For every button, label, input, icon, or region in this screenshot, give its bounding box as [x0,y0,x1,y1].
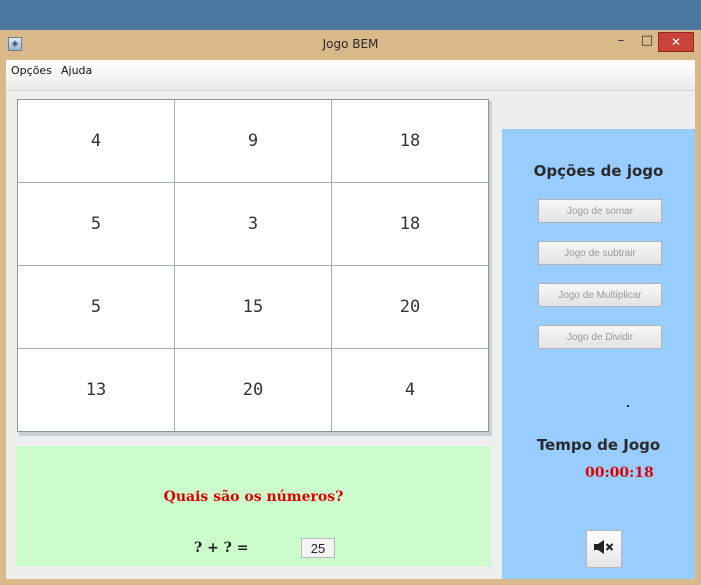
game-time-title: Tempo de Jogo [536,436,661,454]
close-button[interactable]: ✕ [658,32,694,52]
window-title: Jogo BEM [322,37,379,51]
menu-bar: Opções Ajuda [6,60,695,83]
options-title: Opções de jogo [533,162,664,180]
dot-mark [627,405,629,407]
grid-cell[interactable]: 20 [332,266,488,349]
question-text: Quais são os números? [163,489,344,505]
maximize-button[interactable]: □ [634,32,660,52]
game-timer: 00:00:18 [585,465,654,481]
grid-cell[interactable]: 5 [18,266,175,349]
grid-shadow-bottom [19,432,492,436]
sound-toggle-button[interactable] [586,530,622,568]
main-content: 4 9 18 5 3 18 5 15 20 13 20 4 Quais são … [6,91,695,579]
grid-cell[interactable]: 20 [175,349,332,431]
game-options-panel: Opções de jogo Jogo de somar Jogo de sub… [502,129,695,579]
grid-cell[interactable]: 18 [332,100,488,183]
grid-cell[interactable]: 13 [18,349,175,431]
grid-cell[interactable]: 4 [18,100,175,183]
equation-text: ? + ? = [194,540,249,556]
speaker-muted-icon [593,539,615,559]
grid-cell[interactable]: 9 [175,100,332,183]
menu-ajuda[interactable]: Ajuda [61,64,92,77]
app-window: ◈ Jogo BEM – □ ✕ Opções Ajuda 4 9 18 5 3… [0,30,701,585]
divide-game-button[interactable]: Jogo de Dividir [538,325,662,349]
subtract-game-button[interactable]: Jogo de subtrair [538,241,662,265]
grid-cell[interactable]: 4 [332,349,488,431]
grid-cell[interactable]: 5 [18,183,175,266]
grid-cell[interactable]: 18 [332,183,488,266]
grid-shadow-right [489,101,492,434]
grid-cell[interactable]: 3 [175,183,332,266]
toolbar-strip [6,82,695,91]
number-grid: 4 9 18 5 3 18 5 15 20 13 20 4 [17,99,489,432]
multiply-game-button[interactable]: Jogo de Multiplicar [538,283,662,307]
title-bar[interactable]: ◈ Jogo BEM – □ ✕ [0,30,701,60]
menu-opcoes[interactable]: Opções [11,64,52,77]
grid-cell[interactable]: 15 [175,266,332,349]
sum-game-button[interactable]: Jogo de somar [538,199,662,223]
minimize-button[interactable]: – [608,32,634,52]
target-sum-field: 25 [301,538,335,558]
question-panel: Quais são os números? ? + ? = 25 [16,446,491,566]
